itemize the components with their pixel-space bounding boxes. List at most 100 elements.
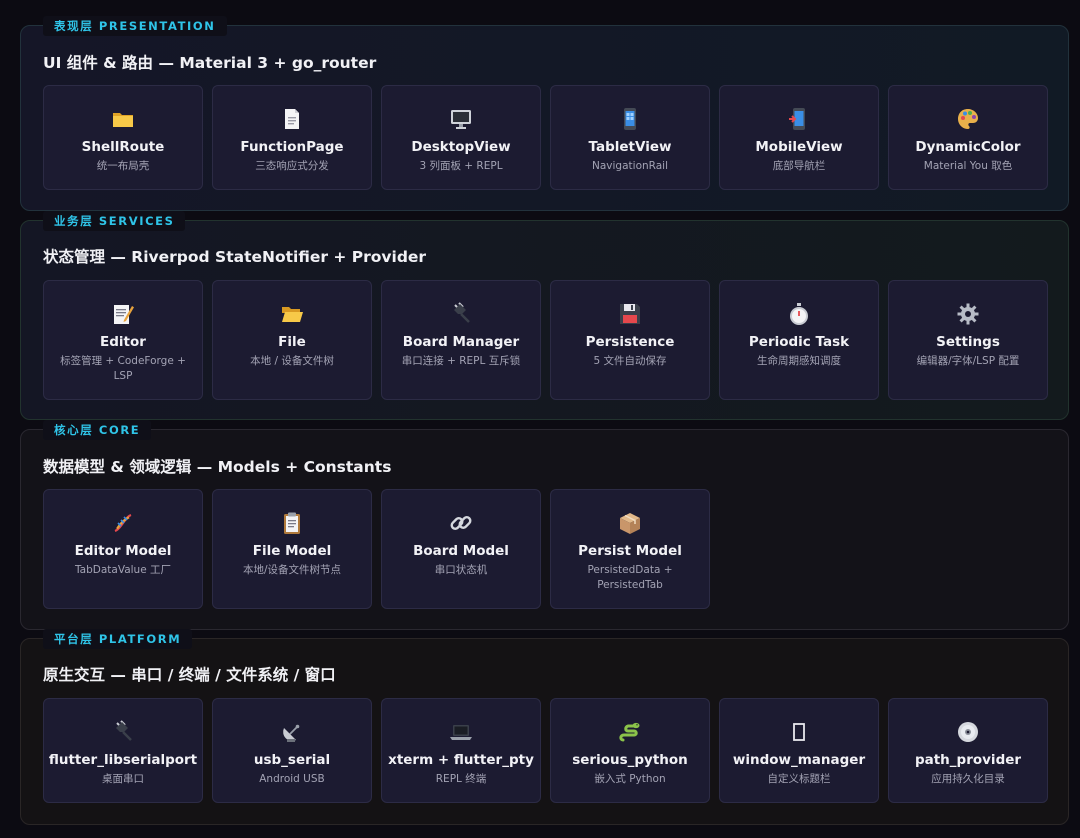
layer-tag: 表现层 PRESENTATION [43, 16, 227, 36]
desktop-icon [448, 106, 474, 132]
plug-icon [448, 301, 474, 327]
mobile-icon [786, 106, 812, 132]
card-title: window_manager [732, 752, 866, 768]
package-icon [617, 510, 643, 536]
card-row: flutter_libserialport 桌面串口 usb_serial An… [43, 698, 1048, 803]
tablet-icon [617, 106, 643, 132]
dna-icon [110, 510, 136, 536]
card-title: Board Model [413, 543, 509, 559]
card-subtitle: 编辑器/字体/LSP 配置 [916, 355, 1020, 367]
card-path-provider: path_provider 应用持久化目录 [888, 698, 1048, 803]
palette-icon [955, 106, 981, 132]
card-subtitle: 3 列面板 + REPL [419, 160, 503, 172]
card-subtitle: 三态响应式分发 [255, 160, 329, 172]
card-board-model: Board Model 串口状态机 [381, 489, 541, 609]
card-editor-model: Editor Model TabDataValue 工厂 [43, 489, 203, 609]
card-editor: Editor 标签管理 + CodeForge + LSP [43, 280, 203, 400]
card-serious-python: serious_python 嵌入式 Python [550, 698, 710, 803]
card-board-manager: Board Manager 串口连接 + REPL 互斥锁 [381, 280, 541, 400]
snake-icon [617, 719, 643, 745]
card-title: serious_python [572, 752, 688, 768]
card-subtitle: Material You 取色 [923, 160, 1013, 172]
card-subtitle: 应用持久化目录 [931, 773, 1005, 785]
card-subtitle: 自定义标题栏 [767, 773, 831, 785]
card-subtitle: Android USB [259, 773, 325, 785]
layer-tag: 业务层 SERVICES [43, 211, 186, 231]
card-persist-model: Persist Model PersistedData + PersistedT… [550, 489, 710, 609]
card-title: File Model [252, 543, 332, 559]
card-usb-serial: usb_serial Android USB [212, 698, 372, 803]
card-subtitle: REPL 终端 [435, 773, 487, 785]
card-title: xterm + flutter_pty [388, 752, 534, 768]
card-title: flutter_libserialport [48, 752, 198, 768]
card-title: DesktopView [411, 139, 511, 155]
layer-platform: 平台层 PLATFORM 原生交互 — 串口 / 终端 / 文件系统 / 窗口 … [20, 629, 1069, 825]
memo-icon [110, 301, 136, 327]
satellite-dish-icon [279, 719, 305, 745]
card-file: File 本地 / 设备文件树 [212, 280, 372, 400]
laptop-icon [448, 719, 474, 745]
layer-title: UI 组件 & 路由 — Material 3 + go_router [43, 54, 377, 72]
card-flutter-libserialport: flutter_libserialport 桌面串口 [43, 698, 203, 803]
clipboard-icon [279, 510, 305, 536]
card-tabletview: TabletView NavigationRail [550, 85, 710, 190]
card-subtitle: 桌面串口 [102, 773, 144, 785]
card-title: Periodic Task [748, 334, 850, 350]
disc-icon [955, 719, 981, 745]
card-title: TabletView [588, 139, 672, 155]
layer-core: 核心层 CORE 数据模型 & 领域逻辑 — Models + Constant… [20, 420, 1069, 630]
card-subtitle: 嵌入式 Python [594, 773, 666, 785]
card-subtitle: 本地 / 设备文件树 [250, 355, 334, 367]
card-title: Settings [936, 334, 1000, 350]
floppy-disk-icon [617, 301, 643, 327]
layer-tag: 平台层 PLATFORM [43, 629, 193, 649]
card-functionpage: FunctionPage 三态响应式分发 [212, 85, 372, 190]
card-persistence: Persistence 5 文件自动保存 [550, 280, 710, 400]
folder-icon [110, 106, 136, 132]
card-dynamiccolor: DynamicColor Material You 取色 [888, 85, 1048, 190]
card-subtitle: 统一布局壳 [96, 160, 150, 172]
card-xterm: xterm + flutter_pty REPL 终端 [381, 698, 541, 803]
card-mobileview: MobileView 底部导航栏 [719, 85, 879, 190]
card-shellroute: ShellRoute 统一布局壳 [43, 85, 203, 190]
layer-tag: 核心层 CORE [43, 420, 152, 440]
card-title: FunctionPage [240, 139, 344, 155]
card-subtitle: PersistedData + PersistedTab [587, 564, 673, 591]
card-title: ShellRoute [81, 139, 165, 155]
card-subtitle: 生命周期感知调度 [757, 355, 841, 367]
card-title: Editor Model [74, 543, 172, 559]
card-window-manager: window_manager 自定义标题栏 [719, 698, 879, 803]
card-title: usb_serial [253, 752, 331, 768]
card-title: Persistence [585, 334, 675, 350]
card-periodic-task: Periodic Task 生命周期感知调度 [719, 280, 879, 400]
layer-title: 状态管理 — Riverpod StateNotifier + Provider [43, 248, 427, 266]
card-row: ShellRoute 统一布局壳 FunctionPage 三态响应式分发 De… [43, 85, 1048, 190]
card-title: path_provider [914, 752, 1022, 768]
card-title: DynamicColor [915, 139, 1021, 155]
card-subtitle: 本地/设备文件树节点 [242, 564, 342, 576]
card-desktopview: DesktopView 3 列面板 + REPL [381, 85, 541, 190]
card-title: MobileView [755, 139, 843, 155]
card-subtitle: 5 文件自动保存 [593, 355, 667, 367]
card-subtitle: NavigationRail [592, 160, 668, 172]
card-settings: Settings 编辑器/字体/LSP 配置 [888, 280, 1048, 400]
card-subtitle: 串口连接 + REPL 互斥锁 [401, 355, 521, 367]
card-row: Editor Model TabDataValue 工厂 File Model … [43, 489, 710, 609]
card-title: Editor [100, 334, 146, 350]
card-subtitle: 底部导航栏 [772, 160, 826, 172]
card-row: Editor 标签管理 + CodeForge + LSP File 本地 / … [43, 280, 1048, 400]
layer-title: 数据模型 & 领域逻辑 — Models + Constants [43, 458, 392, 476]
card-subtitle: TabDataValue 工厂 [74, 564, 172, 576]
gear-icon [955, 301, 981, 327]
card-file-model: File Model 本地/设备文件树节点 [212, 489, 372, 609]
card-subtitle: 标签管理 + CodeForge + LSP [60, 355, 186, 382]
card-title: File [278, 334, 306, 350]
open-folder-icon [279, 301, 305, 327]
layer-title: 原生交互 — 串口 / 终端 / 文件系统 / 窗口 [43, 666, 336, 684]
card-title: Board Manager [402, 334, 520, 350]
layer-presentation: 表现层 PRESENTATION UI 组件 & 路由 — Material 3… [20, 16, 1069, 211]
page-icon [279, 106, 305, 132]
card-subtitle: 串口状态机 [434, 564, 488, 576]
window-icon [786, 719, 812, 745]
stopwatch-icon [786, 301, 812, 327]
